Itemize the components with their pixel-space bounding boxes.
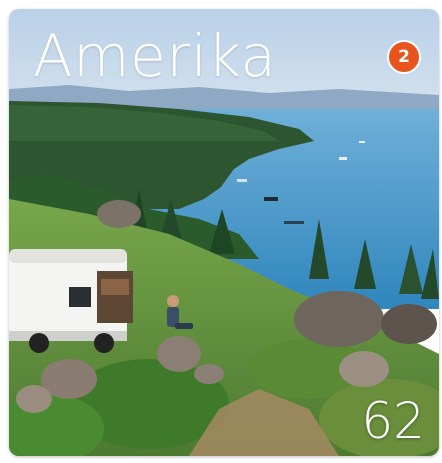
number-badge-icon: 2 — [387, 40, 421, 74]
item-count: 62 — [361, 392, 425, 450]
card-title: Amerika — [33, 22, 277, 90]
camper-van-icon — [9, 249, 133, 353]
destination-card[interactable]: Amerika 2 62 — [9, 9, 439, 456]
